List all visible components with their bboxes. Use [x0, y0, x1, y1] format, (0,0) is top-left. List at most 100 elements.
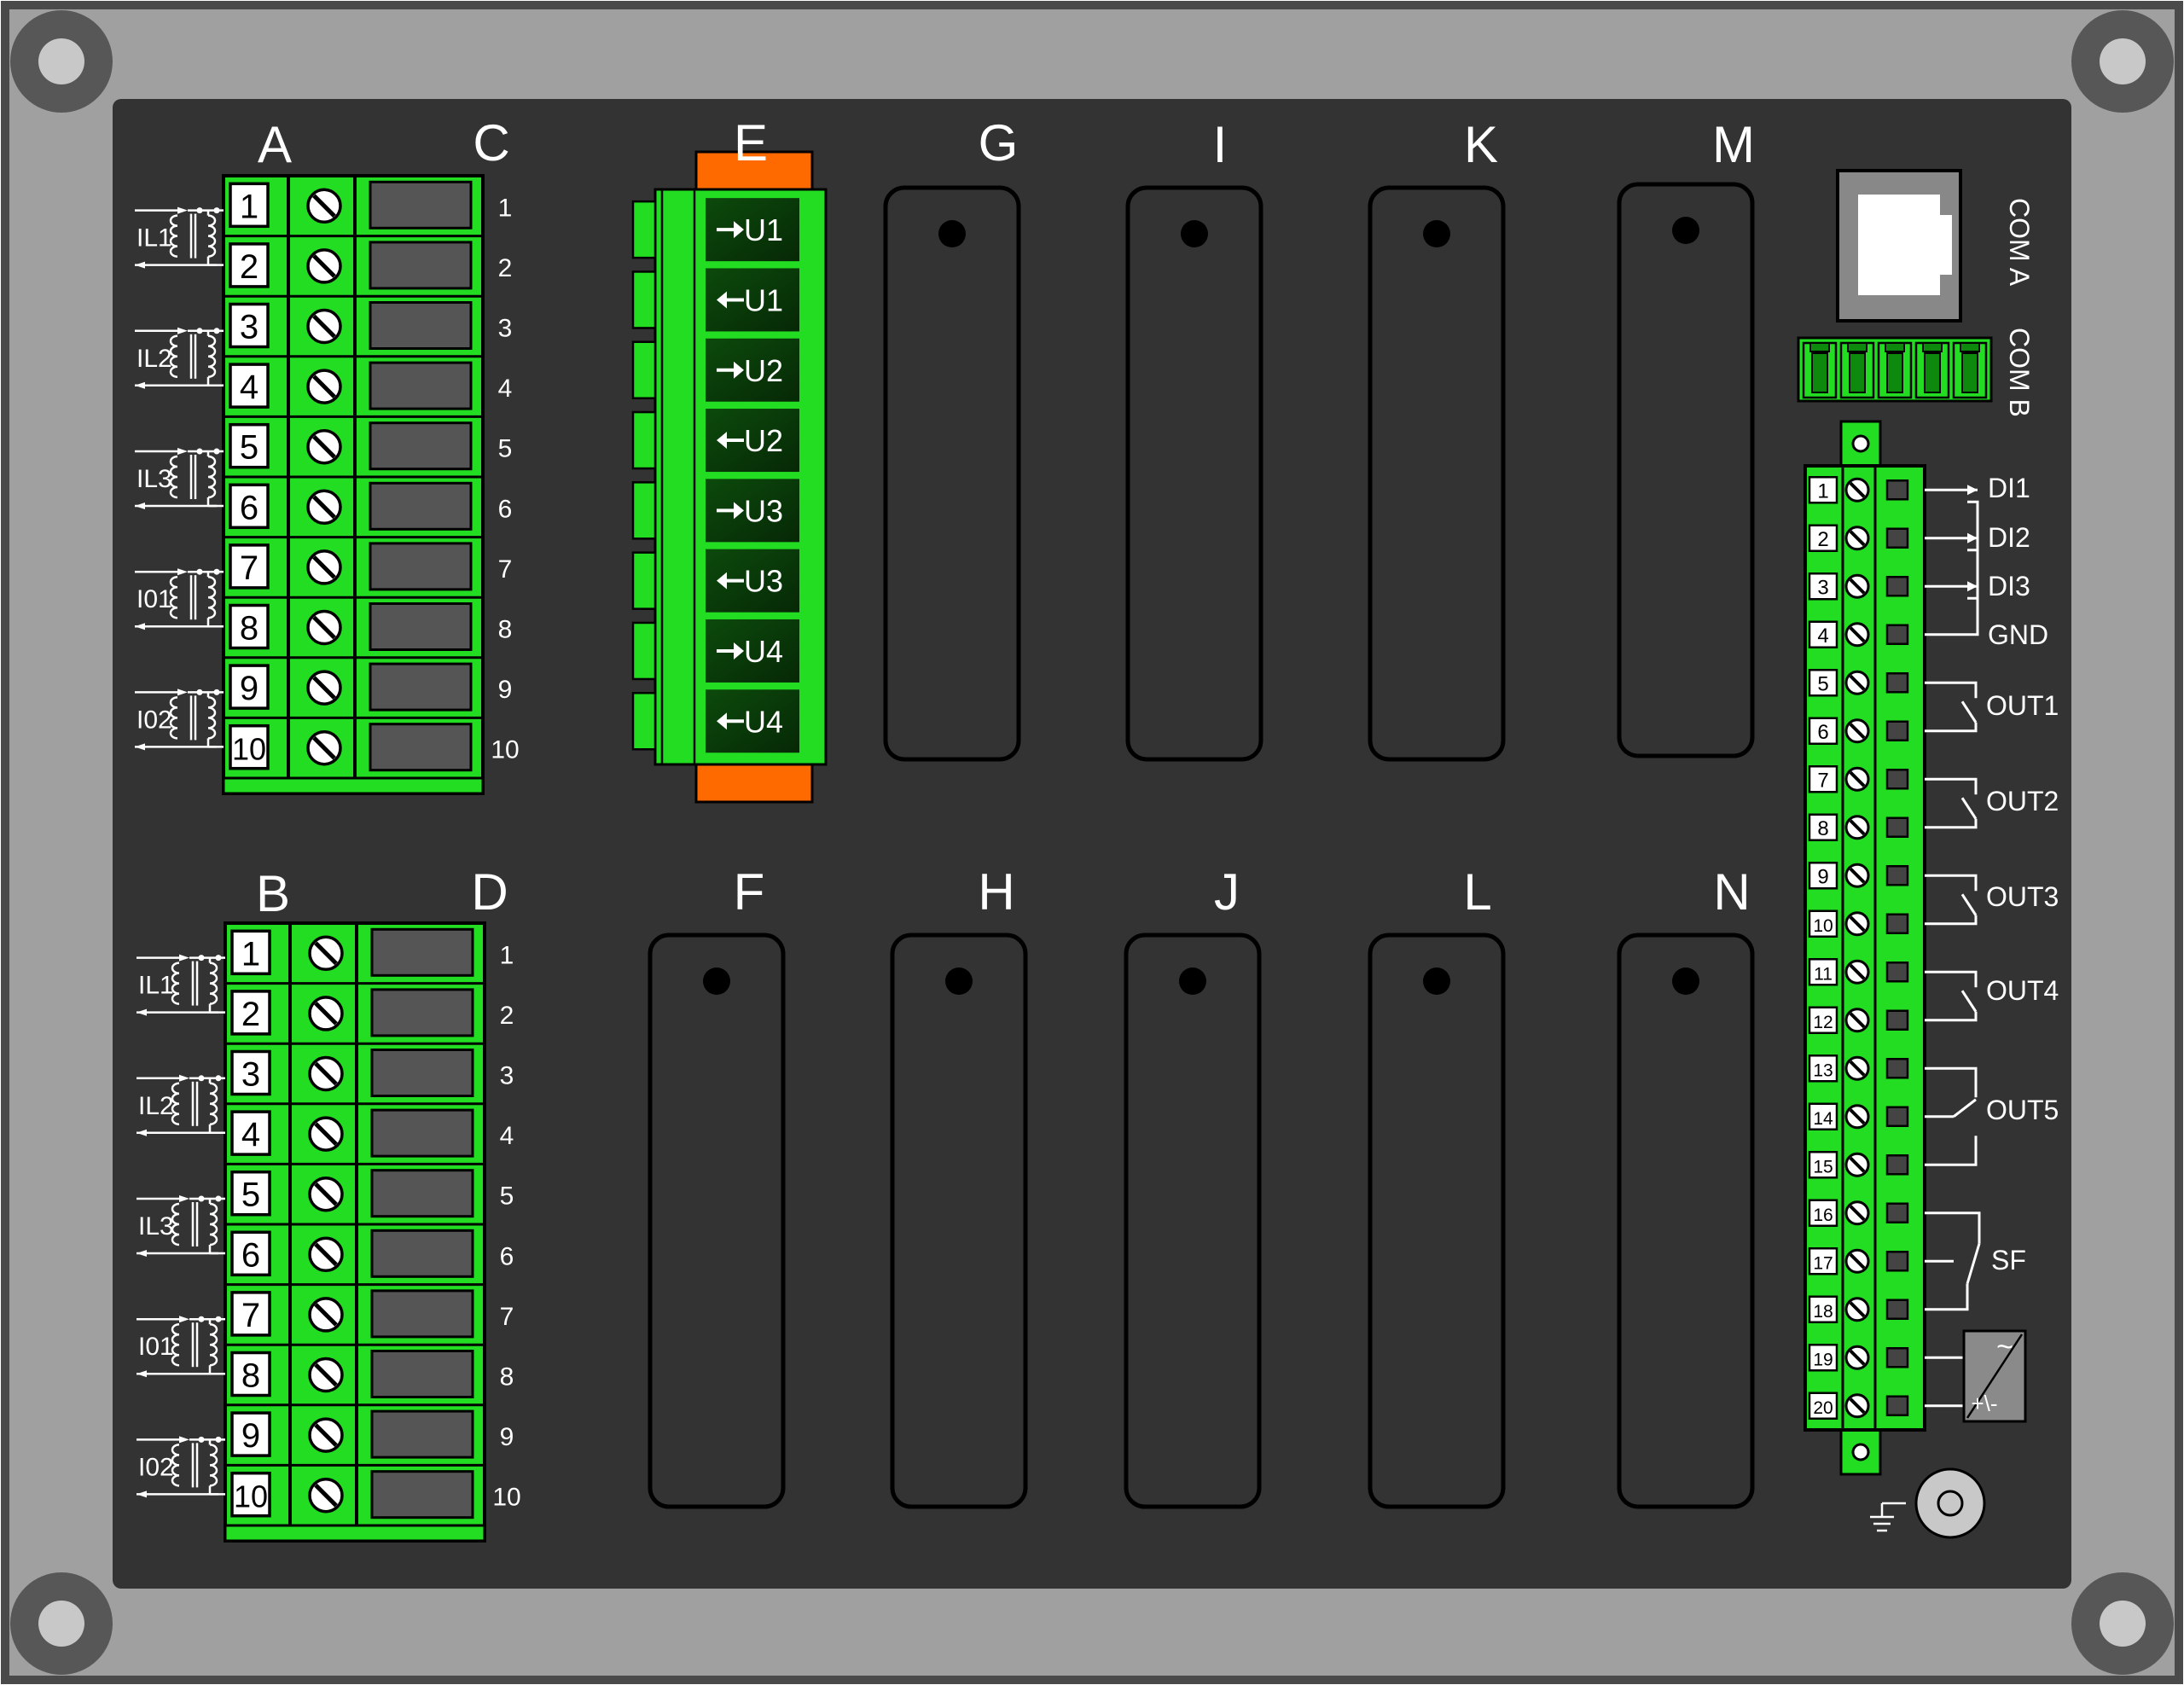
- screw-icon[interactable]: [308, 612, 340, 644]
- wire-entry[interactable]: [369, 301, 473, 350]
- connector-latch-bottom: [694, 761, 814, 804]
- wire-entry[interactable]: [370, 927, 474, 977]
- ct-label: IL1: [138, 972, 174, 1000]
- screw-icon[interactable]: [1844, 766, 1870, 793]
- screw-icon[interactable]: [1844, 1152, 1870, 1178]
- voltage-connector-e: U1 U1 U2 U2 U3 U3 U4 U4: [631, 150, 828, 804]
- io-wire-entry[interactable]: [1885, 527, 1909, 549]
- io-wire-entry[interactable]: [1885, 1154, 1909, 1176]
- screw-icon[interactable]: [1844, 573, 1870, 600]
- screw-icon[interactable]: [1844, 1296, 1870, 1322]
- io-wire-entry[interactable]: [1885, 865, 1909, 886]
- io-wire-entry[interactable]: [1885, 962, 1909, 983]
- io-wire-entry[interactable]: [1885, 576, 1909, 597]
- wire-entry[interactable]: [370, 1108, 474, 1158]
- screw-icon[interactable]: [1844, 1248, 1870, 1275]
- screw-icon[interactable]: [310, 997, 342, 1030]
- wire-entry[interactable]: [369, 662, 473, 712]
- wire-entry[interactable]: [369, 421, 473, 471]
- screw-icon[interactable]: [1844, 1103, 1870, 1130]
- wire-entry[interactable]: [370, 1289, 474, 1339]
- screw-icon[interactable]: [308, 491, 340, 523]
- terminal-index: 5: [498, 435, 513, 463]
- screw-icon[interactable]: [308, 732, 340, 764]
- slot-letter-e: E: [734, 114, 768, 171]
- screw-icon[interactable]: [308, 189, 340, 222]
- io-wire-entry[interactable]: [1885, 479, 1909, 501]
- screw-icon[interactable]: [308, 250, 340, 282]
- terminal-block-a: 1 1 2 2 3 3 4 4 5 5 6 6 7 7 8 8 9 9 10 10: [222, 174, 520, 795]
- screw-icon[interactable]: [1844, 959, 1870, 985]
- screw-icon[interactable]: [1844, 670, 1870, 696]
- screw-icon[interactable]: [310, 1238, 342, 1270]
- io-wire-entry[interactable]: [1885, 1347, 1909, 1368]
- wire-entry[interactable]: [370, 1169, 474, 1218]
- io-wire-entry[interactable]: [1885, 720, 1909, 741]
- screw-icon[interactable]: [1844, 477, 1870, 503]
- wire-entry[interactable]: [370, 1470, 474, 1519]
- screw-icon[interactable]: [308, 370, 340, 403]
- com-a-port[interactable]: [1836, 169, 1962, 322]
- screw-icon[interactable]: [308, 551, 340, 584]
- label-sf: SF: [1991, 1245, 2026, 1275]
- slot-letter-h: H: [978, 863, 1014, 921]
- wire-entry[interactable]: [370, 1409, 474, 1459]
- screw-icon[interactable]: [1844, 1392, 1870, 1419]
- terminal-block-b: 1 1 2 2 3 3 4 4 5 5 6 6 7 7 8 8 9 9 10 10: [224, 921, 521, 1543]
- screw-icon[interactable]: [1844, 863, 1870, 889]
- io-wire-entry[interactable]: [1885, 624, 1909, 645]
- wire-entry[interactable]: [370, 1350, 474, 1398]
- io-wire-entry[interactable]: [1885, 816, 1909, 838]
- io-wire-entry[interactable]: [1885, 1106, 1909, 1127]
- screw-icon[interactable]: [308, 311, 340, 343]
- wire-entry[interactable]: [370, 988, 474, 1037]
- wire-entry[interactable]: [370, 1049, 474, 1097]
- com-b-connector[interactable]: [1797, 336, 1993, 403]
- screw-icon[interactable]: [310, 1118, 342, 1150]
- screw-icon[interactable]: [1844, 621, 1870, 648]
- wire-entry[interactable]: [369, 241, 473, 290]
- io-wire-entry[interactable]: [1885, 1299, 1909, 1320]
- io-wire-entry[interactable]: [1885, 1009, 1909, 1031]
- screw-icon[interactable]: [1844, 1345, 1870, 1371]
- screw-icon[interactable]: [310, 1178, 342, 1211]
- io-wire-entry[interactable]: [1885, 1058, 1909, 1079]
- screw-icon[interactable]: [1844, 814, 1870, 840]
- voltage-label: U4: [744, 704, 783, 739]
- screw-icon[interactable]: [308, 431, 340, 463]
- slot-screw-hole: [1672, 217, 1699, 244]
- io-wire-entry[interactable]: [1885, 1202, 1909, 1223]
- wire-entry[interactable]: [369, 180, 473, 230]
- ct-label: IL2: [138, 1092, 174, 1120]
- screw-icon[interactable]: [310, 1419, 342, 1451]
- screw-icon[interactable]: [1844, 1200, 1870, 1226]
- ct-label: IL3: [136, 465, 172, 493]
- slot-cover: [883, 185, 1021, 762]
- wire-entry[interactable]: [369, 481, 473, 531]
- screw-icon[interactable]: [310, 1359, 342, 1392]
- wire-entry[interactable]: [369, 361, 473, 410]
- io-wire-entry[interactable]: [1885, 913, 1909, 934]
- screw-icon[interactable]: [308, 671, 340, 704]
- io-wire-entry[interactable]: [1885, 1395, 1909, 1416]
- wire-entry[interactable]: [369, 723, 473, 772]
- screw-icon[interactable]: [310, 937, 342, 969]
- wire-entry[interactable]: [370, 1229, 474, 1278]
- slot-cover: [1617, 933, 1755, 1509]
- terminal-index: 6: [500, 1242, 514, 1270]
- io-wire-entry[interactable]: [1885, 1251, 1909, 1272]
- screw-icon[interactable]: [1844, 910, 1870, 937]
- screw-icon[interactable]: [1844, 1055, 1870, 1082]
- io-wire-entry[interactable]: [1885, 769, 1909, 790]
- terminal-index: 7: [498, 555, 513, 584]
- screw-icon[interactable]: [310, 1058, 342, 1090]
- screw-icon[interactable]: [310, 1299, 342, 1331]
- screw-icon[interactable]: [310, 1479, 342, 1512]
- slot-cover: [1368, 933, 1506, 1509]
- screw-icon[interactable]: [1844, 1007, 1870, 1033]
- screw-icon[interactable]: [1844, 718, 1870, 744]
- wire-entry[interactable]: [369, 542, 473, 591]
- screw-icon[interactable]: [1844, 525, 1870, 551]
- wire-entry[interactable]: [369, 602, 473, 651]
- io-wire-entry[interactable]: [1885, 672, 1909, 694]
